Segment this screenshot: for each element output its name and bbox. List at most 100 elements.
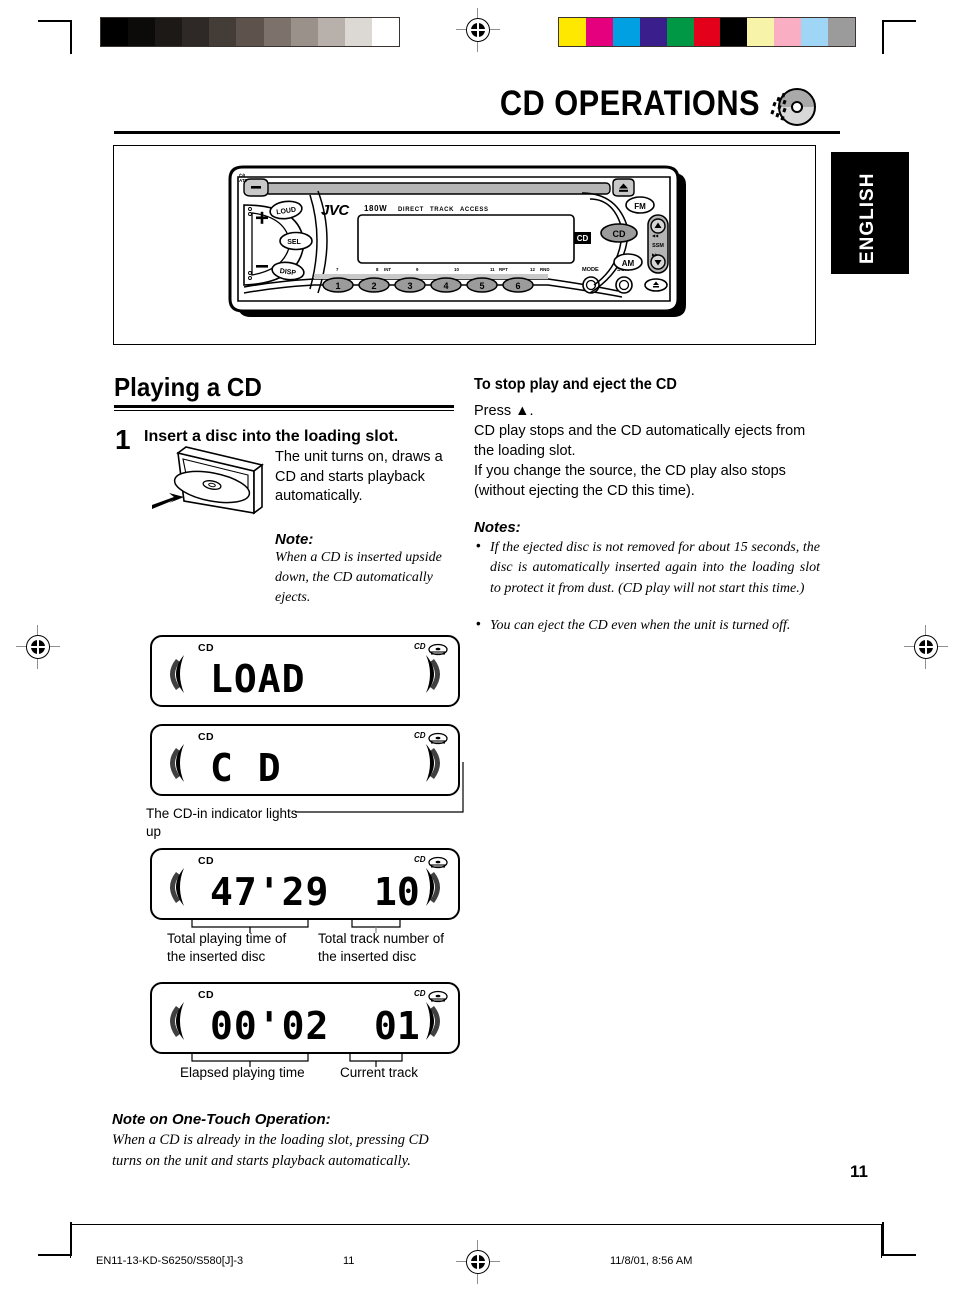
footer-timestamp: 11/8/01, 8:56 AM bbox=[610, 1255, 693, 1267]
color-swatch bbox=[747, 18, 775, 46]
lcd-display-load: CD CD LOAD bbox=[150, 635, 460, 707]
registration-mark-bottom bbox=[456, 1240, 500, 1284]
note-bullet-2: • bbox=[476, 616, 481, 631]
lcd-track-segment bbox=[374, 657, 436, 701]
svg-text:2: 2 bbox=[371, 281, 376, 291]
svg-text:INT: INT bbox=[384, 267, 391, 272]
svg-text:MODE: MODE bbox=[582, 267, 599, 273]
right-para-2: CD play stops and the CD automatically e… bbox=[474, 423, 806, 459]
svg-text:RND: RND bbox=[540, 267, 550, 272]
grayscale-calibration-bar bbox=[100, 17, 400, 47]
gray-swatch bbox=[182, 18, 210, 46]
crop-mark-br-v bbox=[882, 1222, 884, 1256]
right-note-item-2: You can eject the CD even when the unit … bbox=[490, 618, 791, 633]
cd-in-indicator-icon: CD bbox=[414, 642, 448, 656]
crop-mark-tr-v bbox=[882, 20, 884, 54]
right-para-1: Press ▲. bbox=[474, 403, 534, 419]
note-body-text: When a CD is inserted upside down, the C… bbox=[275, 550, 442, 605]
svg-text:RPT: RPT bbox=[499, 267, 508, 272]
color-swatch bbox=[559, 18, 586, 46]
car-stereo-illustration: ⏻/I ATT LOUD SEL DISP JVC 180W DIRECT TR… bbox=[218, 165, 718, 330]
left-sound-wing-icon bbox=[170, 1002, 184, 1040]
lcd-track-segment: 01 bbox=[374, 1004, 420, 1048]
right-section-heading: To stop play and eject the CD bbox=[474, 376, 677, 393]
cd-in-callout-line bbox=[295, 762, 464, 813]
footer-sheet-number: 11 bbox=[343, 1255, 355, 1267]
caption-elapsed-playing-time: Elapsed playing time bbox=[180, 1065, 305, 1080]
footer-rule-top bbox=[70, 1224, 882, 1225]
caption-current-track: Current track bbox=[340, 1065, 419, 1080]
svg-text:TRACK: TRACK bbox=[430, 207, 454, 213]
gray-swatch bbox=[209, 18, 237, 46]
footer-tick-left bbox=[70, 1224, 72, 1258]
registration-mark-right bbox=[904, 625, 948, 669]
lcd-cd-label: CD bbox=[198, 642, 214, 654]
registration-mark-top bbox=[456, 8, 500, 52]
note-bullet-1: • bbox=[476, 538, 481, 553]
manual-page: CD OPERATIONS ENGLISH ⏻/I ATT LOUD SEL D… bbox=[0, 0, 954, 1294]
sparkle-marks-icon bbox=[770, 92, 787, 121]
gray-swatch bbox=[128, 18, 156, 46]
lcd-main-segment: 00'02 bbox=[210, 1004, 330, 1048]
color-swatch bbox=[666, 18, 694, 46]
crop-mark-tl-h bbox=[38, 20, 72, 22]
color-swatch bbox=[801, 18, 829, 46]
lcd-cd-label: CD bbox=[198, 989, 214, 1001]
cd-in-indicator-icon: CD bbox=[414, 855, 448, 869]
svg-text:5: 5 bbox=[479, 281, 484, 291]
lcd-cd-label: CD bbox=[198, 855, 214, 867]
svg-text:CD: CD bbox=[414, 855, 426, 864]
lcd-main-segment: 47'29 bbox=[210, 870, 330, 914]
right-note-item-1: If the ejected disc is not removed for a… bbox=[490, 540, 820, 596]
cd-disc-icon bbox=[770, 86, 816, 130]
lcd-track-segment: 10 bbox=[374, 870, 420, 914]
svg-text:CD: CD bbox=[577, 234, 589, 243]
one-touch-note-body: When a CD is already in the loading slot… bbox=[112, 1132, 429, 1169]
disc-insertion-illustration bbox=[150, 443, 270, 531]
gray-swatch bbox=[344, 18, 372, 46]
page-title: CD OPERATIONS bbox=[499, 84, 760, 123]
svg-text:AM: AM bbox=[622, 259, 635, 268]
step-number: 1 bbox=[115, 424, 131, 455]
svg-text:ATT: ATT bbox=[239, 178, 248, 183]
svg-text:10: 10 bbox=[454, 267, 459, 272]
svg-text:◀◀: ◀◀ bbox=[652, 233, 659, 238]
one-touch-note-heading: Note on One-Touch Operation: bbox=[112, 1111, 331, 1128]
caption-total-playing-time: Total playing time of the inserted disc bbox=[167, 931, 287, 964]
color-swatch bbox=[612, 18, 640, 46]
left-sound-wing-icon bbox=[170, 655, 184, 693]
svg-text:CD: CD bbox=[613, 229, 626, 239]
svg-text:▶▶: ▶▶ bbox=[652, 252, 659, 257]
title-rule bbox=[114, 131, 840, 134]
color-calibration-bar bbox=[558, 17, 856, 47]
footer-file-id: EN11-13-KD-S6250/S580[J]-3 bbox=[96, 1255, 244, 1267]
lcd-cd-label: CD bbox=[198, 731, 214, 743]
svg-text:11: 11 bbox=[490, 267, 495, 272]
svg-text:12: 12 bbox=[530, 267, 535, 272]
svg-text:CD: CD bbox=[414, 642, 426, 651]
svg-text:4: 4 bbox=[443, 281, 448, 291]
svg-text:CD: CD bbox=[414, 989, 426, 998]
color-swatch bbox=[774, 18, 802, 46]
svg-text:ACCESS: ACCESS bbox=[460, 207, 489, 213]
lcd-display-total: CD CD 47'29 10 bbox=[150, 848, 460, 920]
svg-text:DIRECT: DIRECT bbox=[398, 207, 424, 213]
crop-mark-tl-v bbox=[70, 20, 72, 54]
section-heading-playing-a-cd: Playing a CD bbox=[114, 372, 262, 402]
svg-text:6: 6 bbox=[515, 281, 520, 291]
cd-in-caption: The CD-in indicator lights up bbox=[146, 806, 298, 839]
page-number: 11 bbox=[850, 1162, 868, 1181]
step-body-text: The unit turns on, draws a CD and starts… bbox=[275, 449, 443, 505]
right-para-3: If you change the source, the CD play al… bbox=[474, 463, 786, 499]
language-tab: ENGLISH bbox=[831, 152, 909, 274]
gray-swatch bbox=[263, 18, 291, 46]
section-heading-rule-thick bbox=[114, 405, 454, 409]
color-swatch bbox=[828, 18, 855, 46]
gray-swatch bbox=[371, 18, 400, 46]
registration-mark-left bbox=[16, 625, 60, 669]
section-heading-rule-thin bbox=[114, 410, 454, 411]
crop-mark-tr-h bbox=[882, 20, 916, 22]
svg-text:SSM: SSM bbox=[652, 243, 664, 249]
svg-text:JVC: JVC bbox=[321, 202, 350, 219]
cd-in-indicator-icon: CD bbox=[414, 731, 448, 745]
